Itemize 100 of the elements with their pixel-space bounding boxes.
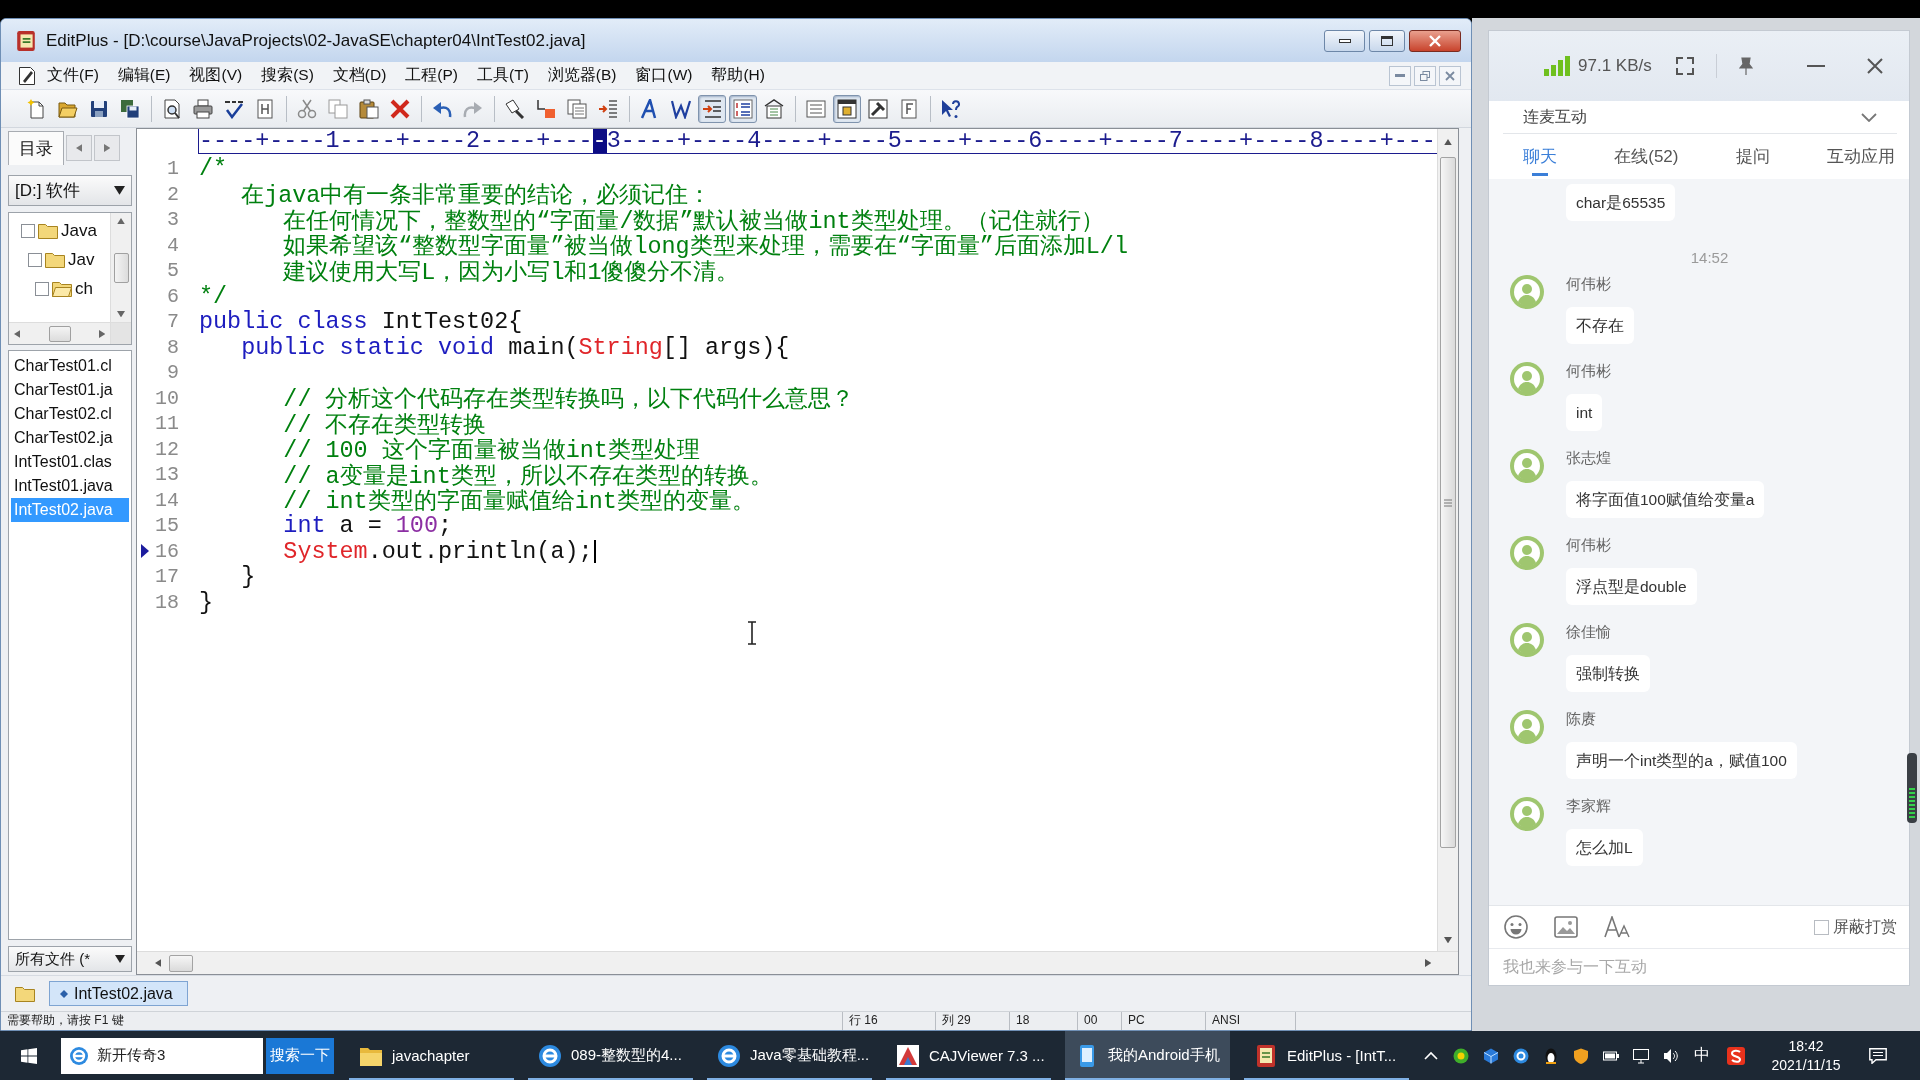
chat-tab[interactable]: 在线(52) bbox=[1614, 134, 1679, 179]
monitor-icon[interactable] bbox=[1633, 1047, 1649, 1064]
close-button[interactable] bbox=[1409, 29, 1461, 52]
emoji-icon[interactable] bbox=[1504, 915, 1528, 939]
menu-item[interactable]: 帮助(H) bbox=[711, 65, 765, 86]
save-icon[interactable] bbox=[89, 98, 109, 119]
drive-dropdown[interactable]: [D:] 软件 bbox=[8, 175, 132, 206]
cube-icon[interactable] bbox=[1483, 1047, 1499, 1064]
message-input[interactable]: 我也来参与一下互动 bbox=[1489, 949, 1909, 985]
shield-icon[interactable] bbox=[1573, 1047, 1589, 1064]
list-icon[interactable] bbox=[806, 98, 826, 119]
file-item[interactable]: CharTest02.ja bbox=[11, 426, 129, 450]
replace-icon[interactable] bbox=[536, 98, 556, 119]
taskbar-item[interactable]: EditPlus - [IntT... bbox=[1244, 1031, 1409, 1080]
clock[interactable]: 18:42 2021/11/15 bbox=[1754, 1036, 1858, 1075]
scrollbar-thumb[interactable] bbox=[169, 954, 194, 972]
menu-item[interactable]: 视图(V) bbox=[189, 65, 243, 86]
menu-item[interactable]: 编辑(E) bbox=[117, 65, 171, 86]
volume-icon[interactable] bbox=[1663, 1047, 1679, 1064]
file-item[interactable]: CharTest01.cl bbox=[11, 354, 129, 378]
scroll-down-icon[interactable] bbox=[117, 310, 125, 317]
toggle-button[interactable] bbox=[698, 94, 726, 123]
chat-tab[interactable]: 互动应用 bbox=[1827, 134, 1895, 179]
menu-item[interactable]: 搜索(S) bbox=[261, 65, 314, 86]
scroll-right-icon[interactable] bbox=[1424, 959, 1431, 967]
filter-dropdown[interactable]: 所有文件 (* bbox=[8, 946, 132, 972]
save-all-icon[interactable] bbox=[120, 98, 140, 119]
file-item[interactable]: IntTest01.java bbox=[11, 474, 129, 498]
folder-icon[interactable] bbox=[15, 985, 35, 1002]
menu-item[interactable]: 工程(P) bbox=[405, 65, 458, 86]
caret-down-icon[interactable] bbox=[114, 186, 125, 195]
scrollbar-thumb[interactable] bbox=[113, 252, 129, 283]
printer-icon[interactable] bbox=[193, 98, 213, 119]
taskbar-item[interactable]: 我的Android手机 bbox=[1065, 1031, 1230, 1080]
scroll-left-icon[interactable] bbox=[14, 329, 21, 338]
scissors-icon[interactable] bbox=[297, 98, 317, 119]
ball-icon[interactable] bbox=[1453, 1047, 1469, 1064]
file-item[interactable]: CharTest01.ja bbox=[11, 378, 129, 402]
windows-logo-icon[interactable] bbox=[21, 1047, 37, 1064]
file-item[interactable]: IntTest01.clas bbox=[11, 450, 129, 474]
menu-item[interactable]: 工具(T) bbox=[477, 65, 529, 86]
paste-icon[interactable] bbox=[359, 98, 379, 119]
scroll-down-icon[interactable] bbox=[1444, 936, 1452, 943]
toggle-button[interactable] bbox=[729, 94, 757, 123]
sidebar-tab[interactable]: 目录 bbox=[8, 131, 64, 165]
folder-name[interactable]: Java bbox=[61, 220, 97, 241]
scroll-right-button[interactable] bbox=[94, 135, 120, 161]
file-tab[interactable]: IntTest02.java bbox=[49, 981, 188, 1006]
scrollbar-thumb[interactable] bbox=[1440, 157, 1456, 849]
context-help-icon[interactable] bbox=[941, 98, 961, 119]
hammer-icon[interactable] bbox=[868, 98, 888, 119]
flashlight-icon[interactable] bbox=[505, 98, 525, 119]
font-size-icon[interactable] bbox=[1604, 916, 1630, 938]
scroll-up-icon[interactable] bbox=[1444, 139, 1452, 146]
taskbar-item[interactable]: javachapter bbox=[349, 1031, 514, 1080]
scrollbar-thumb[interactable] bbox=[48, 325, 71, 342]
indent-arrow-icon[interactable] bbox=[598, 98, 618, 119]
spell-check-icon[interactable] bbox=[224, 98, 244, 119]
expand-icon[interactable] bbox=[1675, 57, 1694, 75]
caret-left-icon[interactable] bbox=[75, 144, 83, 152]
menu-item[interactable]: 文件(F) bbox=[47, 65, 99, 86]
page-icon[interactable] bbox=[899, 98, 919, 119]
taskbar-item[interactable]: Java零基础教程... bbox=[707, 1031, 872, 1080]
input-method-indicator[interactable]: 中 bbox=[1694, 1045, 1710, 1066]
menu-item[interactable]: 文档(D) bbox=[332, 65, 387, 86]
input-method-icon[interactable] bbox=[1727, 1046, 1745, 1065]
toggle-button[interactable] bbox=[833, 94, 861, 123]
caret-down-icon[interactable] bbox=[115, 955, 125, 963]
file-item[interactable]: CharTest02.cl bbox=[11, 402, 129, 426]
page-icon[interactable] bbox=[255, 98, 275, 119]
properties-icon[interactable] bbox=[764, 98, 784, 119]
documents-icon[interactable] bbox=[567, 98, 587, 119]
search-button[interactable]: 搜索一下 bbox=[266, 1037, 334, 1074]
chevron-down-icon[interactable] bbox=[1861, 112, 1877, 122]
menu-item[interactable]: 窗口(W) bbox=[635, 65, 693, 86]
folder-name[interactable]: ch bbox=[75, 278, 93, 299]
scroll-left-button[interactable] bbox=[66, 135, 92, 161]
menu-item[interactable]: 浏览器(B) bbox=[547, 65, 617, 86]
restore-button[interactable] bbox=[1414, 65, 1436, 86]
close-icon[interactable] bbox=[1867, 58, 1883, 74]
search-field[interactable]: 新开传奇3 bbox=[61, 1037, 263, 1074]
maximize-button[interactable] bbox=[1369, 29, 1405, 52]
folder-name[interactable]: Jav bbox=[68, 249, 95, 270]
notification-icon[interactable] bbox=[1869, 1047, 1887, 1064]
image-icon[interactable] bbox=[1554, 916, 1578, 938]
print-preview-icon[interactable] bbox=[162, 98, 182, 119]
checkbox[interactable] bbox=[1814, 919, 1829, 935]
chat-tab[interactable]: 提问 bbox=[1735, 134, 1770, 179]
penguin-icon[interactable] bbox=[1543, 1047, 1559, 1064]
new-file-icon[interactable] bbox=[27, 98, 47, 119]
taskbar-item[interactable]: CAJViewer 7.3 ... bbox=[886, 1031, 1051, 1080]
scroll-left-icon[interactable] bbox=[155, 959, 162, 967]
scroll-right-icon[interactable] bbox=[98, 329, 105, 338]
taskbar-item[interactable]: 089-整数型的4... bbox=[528, 1031, 693, 1080]
caret-right-icon[interactable] bbox=[103, 144, 111, 152]
minimize-button[interactable] bbox=[1324, 29, 1365, 52]
delete-icon[interactable] bbox=[390, 98, 410, 119]
word-wrap-icon[interactable] bbox=[671, 98, 691, 119]
pin-icon[interactable] bbox=[1738, 57, 1753, 75]
browser-icon[interactable] bbox=[1513, 1047, 1529, 1064]
